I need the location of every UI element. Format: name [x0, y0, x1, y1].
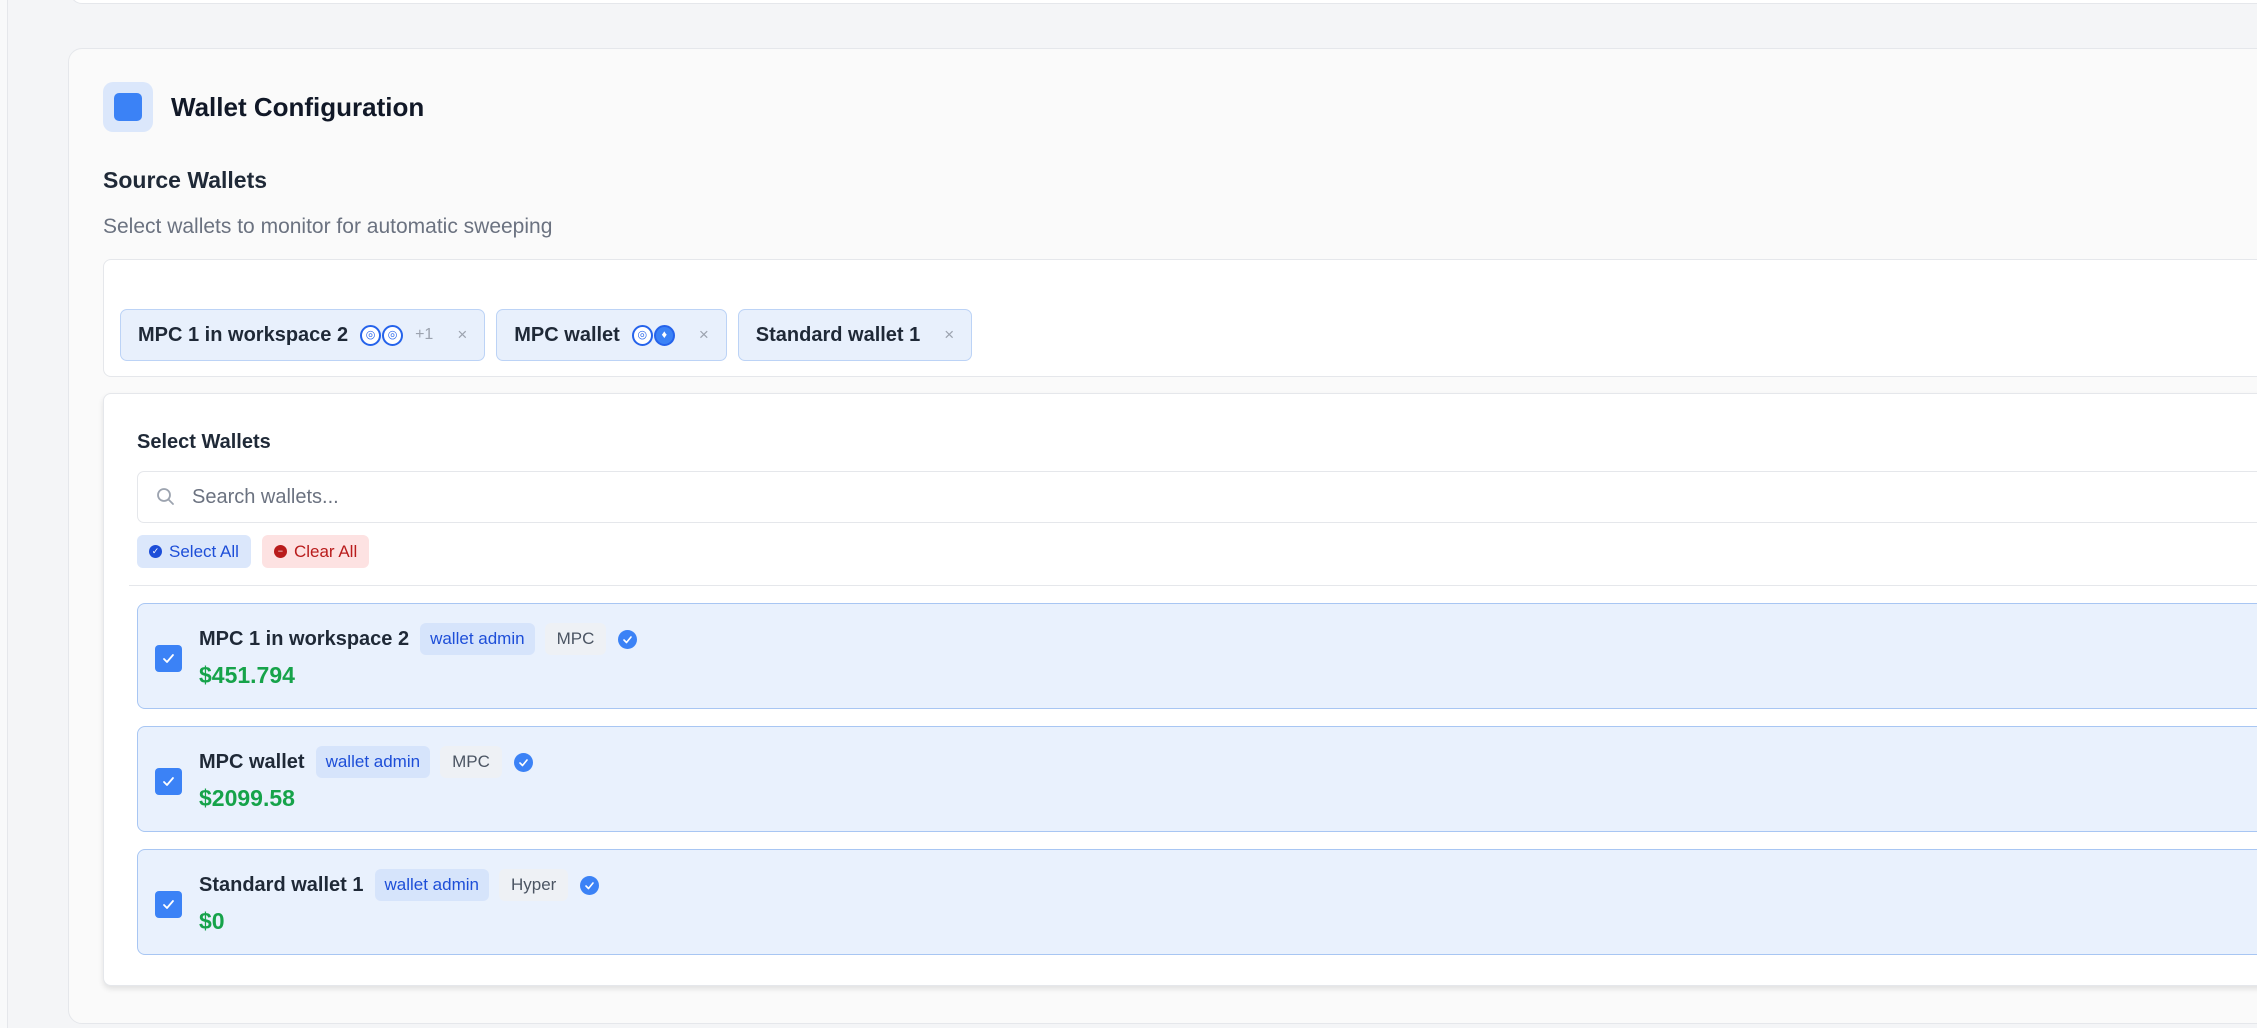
wallet-name: Standard wallet 1 [199, 873, 364, 896]
wallet-type-badge: Hyper [499, 869, 569, 901]
square-icon [114, 93, 142, 121]
verified-icon [618, 629, 638, 649]
wallet-option[interactable]: MPC wallet wallet admin MPC $2099.58 [137, 726, 2257, 832]
wallet-checkbox[interactable] [155, 645, 182, 672]
check-circle-icon: ✓ [149, 545, 162, 558]
chip-label: MPC 1 in workspace 2 [138, 323, 349, 346]
select-all-label: Select All [169, 541, 239, 561]
check-icon [163, 777, 174, 786]
wallet-option[interactable]: MPC 1 in workspace 2 wallet admin MPC $4… [137, 603, 2257, 709]
token-icon: ◎ [360, 324, 382, 346]
wallet-balance: $451.794 [199, 662, 295, 688]
wallet-balance: $2099.58 [199, 785, 295, 811]
select-all-button[interactable]: ✓ Select All [137, 535, 251, 568]
wallet-checkbox[interactable] [155, 891, 182, 918]
wallet-name: MPC 1 in workspace 2 [199, 627, 410, 650]
chip-label: Standard wallet 1 [755, 323, 921, 346]
wallet-option[interactable]: Standard wallet 1 wallet admin Hyper $0 [137, 849, 2257, 955]
card-title: Wallet Configuration [171, 91, 425, 122]
bulk-actions: ✓ Select All − Clear All [137, 535, 370, 568]
chip-token-icons: ◎ ◎ [360, 324, 404, 346]
divider [129, 585, 2257, 586]
clear-all-button[interactable]: − Clear All [261, 535, 370, 568]
close-icon[interactable]: × [457, 325, 467, 345]
wallet-type-badge: MPC [440, 746, 502, 778]
section-title: Source Wallets [103, 167, 268, 193]
selected-wallet-chips: MPC 1 in workspace 2 ◎ ◎ +1 × MPC wallet… [120, 309, 973, 361]
check-icon [163, 900, 174, 909]
check-icon [163, 654, 174, 663]
wallet-chip: MPC wallet ◎ ♦ × [496, 309, 727, 361]
role-badge: wallet admin [374, 869, 489, 901]
minus-circle-icon: − [273, 545, 287, 558]
token-icon: ◎ [382, 324, 404, 346]
verified-icon [513, 752, 533, 772]
dropdown-title: Select Wallets [137, 431, 271, 453]
wallet-balance: $0 [199, 908, 225, 934]
token-icon: ◎ [631, 324, 653, 346]
search-input[interactable] [192, 480, 992, 514]
wallet-configuration-card: Wallet Configuration Source Wallets Sele… [68, 48, 2257, 1024]
header-icon-badge [103, 82, 153, 132]
previous-section-card [70, 0, 2257, 4]
wallet-chip: MPC 1 in workspace 2 ◎ ◎ +1 × [120, 309, 486, 361]
wallet-info: MPC wallet wallet admin MPC [199, 746, 533, 778]
role-badge: wallet admin [315, 746, 431, 778]
card-header: Wallet Configuration [103, 82, 424, 132]
close-icon[interactable]: × [699, 325, 709, 345]
wallet-select-dropdown: Select Wallets ✓ Select All − Clear All [103, 393, 2257, 986]
wallet-checkbox[interactable] [155, 768, 182, 795]
clear-all-label: Clear All [293, 541, 358, 561]
chip-more-count: +1 [415, 326, 434, 343]
search-icon [157, 488, 174, 505]
wallet-type-badge: MPC [544, 623, 607, 655]
section-subtitle: Select wallets to monitor for automatic … [103, 215, 553, 238]
ethereum-icon: ♦ [653, 324, 675, 346]
role-badge: wallet admin [420, 623, 535, 655]
verified-icon [580, 875, 600, 895]
wallet-chip: Standard wallet 1 × [737, 309, 973, 361]
search-box [137, 471, 2257, 523]
wallet-name: MPC wallet [199, 750, 305, 773]
selected-wallets-field[interactable]: MPC 1 in workspace 2 ◎ ◎ +1 × MPC wallet… [103, 259, 2257, 377]
chip-label: MPC wallet [514, 323, 620, 346]
chip-token-icons: ◎ ♦ [631, 324, 675, 346]
wallet-list: MPC 1 in workspace 2 wallet admin MPC $4… [137, 603, 2257, 972]
wallet-info: Standard wallet 1 wallet admin Hyper [199, 869, 600, 901]
wallet-info: MPC 1 in workspace 2 wallet admin MPC [199, 623, 638, 655]
left-rail [0, 0, 8, 1028]
close-icon[interactable]: × [944, 325, 954, 345]
